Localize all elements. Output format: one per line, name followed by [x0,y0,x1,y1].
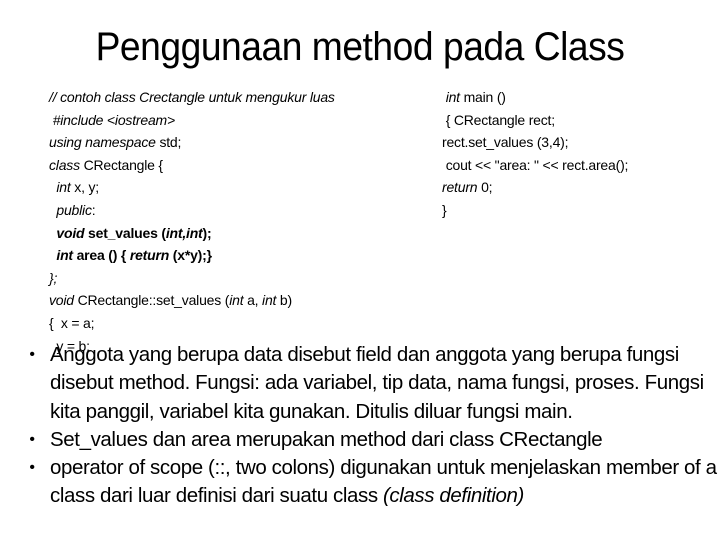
code-token: int [262,292,277,309]
code-line: #include <iostream> [49,109,335,132]
code-line: // contoh class Crectangle untuk menguku… [49,86,335,109]
bullet-text: operator of scope (::, two colons) digun… [50,456,717,507]
code-token: using namespace [49,134,156,151]
code-token: main () [459,89,506,105]
code-block-main-function: int main () { CRectangle rect; rect.set_v… [442,86,628,222]
code-token: public [49,201,92,218]
code-token: x, y; [70,179,99,196]
code-token: int [49,179,71,196]
code-token: b) [276,292,292,309]
code-line: public: [49,199,335,222]
code-line: rect.set_values (3,4); [442,131,628,154]
code-line: } [442,199,628,222]
bullet-text-segment: Set_values dan area merupakan method dar… [50,427,603,451]
code-line: int main () [442,86,628,109]
bullet-text: Set_values dan area merupakan method dar… [50,427,603,451]
code-line: }; [49,267,335,290]
code-line: { CRectangle rect; [442,109,628,132]
code-token: return [442,179,478,196]
slide-title: Penggunaan method pada Class [95,25,625,69]
code-token: area () { [72,247,130,264]
bullet-item: • Set_values dan area merupakan method da… [22,426,720,454]
code-token: (x*y);} [169,247,212,264]
code-line: using namespace std; [49,131,335,154]
code-token: 0; [477,179,493,196]
bullet-marker-icon: • [29,430,35,448]
bullet-text-segment: (class definition) [383,484,524,508]
bullet-item: • operator of scope (::, two colons) digu… [22,454,720,511]
code-token: int,int [165,224,203,241]
code-token: int [442,89,460,105]
code-token: : [91,201,96,218]
code-token: void [49,224,85,241]
code-line: cout << "area: " << rect.area(); [442,154,629,177]
code-token: a, [243,292,263,309]
code-token: // contoh class Crectangle untuk menguku… [49,89,335,105]
bullet-text-segment: Anggota yang berupa data disebut field d… [50,343,704,423]
code-token: ); [202,224,212,241]
code-line: class CRectangle { [49,154,335,177]
code-token: set_values ( [84,224,166,241]
code-token: CRectangle { [79,156,164,173]
bullet-marker-icon: • [29,346,35,363]
code-token: std; [155,134,182,151]
code-token: return [129,247,170,264]
code-block-class-definition: // contoh class Crectangle untuk menguku… [49,86,335,357]
code-token: }; [49,269,58,286]
code-token: void [49,292,74,309]
code-line: int area () { return (x*y);} [49,244,335,267]
code-token: class [49,156,80,173]
code-line: void set_values (int,int); [49,222,335,245]
code-token: rect.set_values (3,4); [442,134,569,151]
code-token: int [49,247,73,264]
bullet-text: Anggota yang berupa data disebut field d… [50,343,704,423]
code-line: return 0; [442,176,628,199]
code-token: #include <iostream> [49,111,175,128]
code-line: void CRectangle::set_values (int a, int … [49,289,335,312]
code-token: } [442,201,447,218]
bullet-item: • Anggota yang berupa data disebut field … [22,341,720,426]
bullet-list: • Anggota yang berupa data disebut field … [22,341,720,511]
code-token: int [229,292,244,309]
code-token: { CRectangle rect; [442,111,555,128]
code-token: { x = a; [49,314,95,331]
code-line: int x, y; [49,176,335,199]
code-line: { x = a; [49,312,335,335]
code-token: CRectangle::set_values ( [73,292,230,309]
bullet-marker-icon: • [29,459,35,477]
code-token: cout << "area: " << rect.area(); [442,156,629,173]
